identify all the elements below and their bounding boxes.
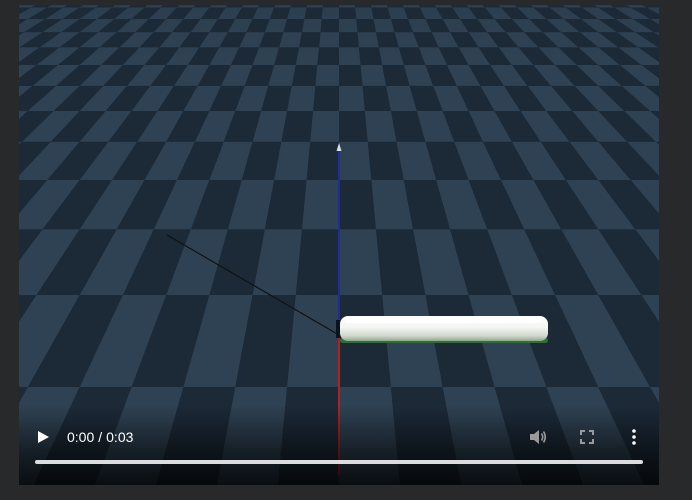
floor-tile	[360, 65, 387, 86]
floor-tile	[339, 229, 383, 295]
floor-tile	[291, 65, 318, 86]
floor-tile	[339, 65, 363, 86]
more-options-icon	[632, 429, 636, 445]
floor-tile	[313, 85, 339, 111]
floor-tile	[339, 111, 368, 142]
object-highlight	[345, 319, 540, 323]
current-time: 0:00	[67, 429, 95, 445]
fullscreen-icon	[580, 430, 594, 444]
floor-tile	[315, 65, 339, 86]
floor-tile	[310, 111, 339, 142]
floor-tile	[302, 180, 339, 230]
floor-tile	[339, 85, 365, 111]
floor-tile	[295, 229, 339, 295]
progress-bar[interactable]	[35, 460, 643, 464]
floor-tile	[339, 141, 372, 180]
time-display: 0:00/0:03	[67, 429, 133, 445]
fullscreen-button[interactable]	[573, 423, 601, 451]
play-icon	[38, 431, 49, 443]
volume-icon	[530, 430, 547, 444]
video-player[interactable]: 0:00/0:03	[19, 5, 659, 485]
volume-button[interactable]	[524, 423, 552, 451]
floor-tile	[339, 180, 376, 230]
floor-tile	[287, 85, 316, 111]
more-options-button[interactable]	[620, 423, 648, 451]
floor-haze	[19, 5, 659, 65]
play-button[interactable]	[29, 423, 57, 451]
duration: 0:03	[106, 429, 134, 445]
floor-tile	[362, 85, 391, 111]
page: 0:00/0:03	[0, 0, 692, 500]
floor-tile	[306, 141, 339, 180]
player-controls: 0:00/0:03	[19, 405, 659, 485]
time-separator: /	[98, 429, 103, 445]
